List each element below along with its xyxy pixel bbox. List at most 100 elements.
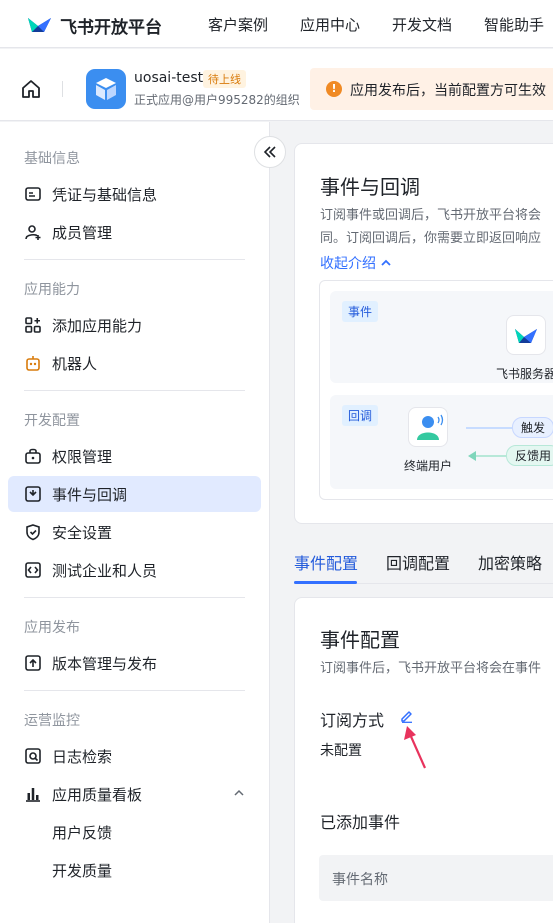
double-chevron-left-icon [263,146,276,158]
page-title: 事件与回调 [320,175,420,199]
callback-flow-box: 回调 终端用户 触发 反馈用 [330,395,553,489]
shield-icon [26,524,40,541]
config-tabs: 事件配置 回调配置 加密策略 [294,540,553,584]
sidebar-item-quality-board[interactable]: 应用质量看板 [8,776,261,812]
chevron-up-icon [381,259,392,266]
trigger-pill: 触发 [512,417,553,438]
divider [24,690,245,691]
chevron-up-icon[interactable] [233,787,245,799]
flow-diagram: 事件 飞书服务器 回调 终端用户 触发 反馈用 [319,280,553,500]
divider [24,597,245,598]
group-dev-config: 开发配置 [24,413,80,429]
end-user-label: 终端用户 [404,459,453,473]
sidebar-item-robot[interactable]: 机器人 [8,345,261,381]
sidebar-item-version[interactable]: 版本管理与发布 [8,645,261,681]
intro-desc-line-1: 订阅事件或回调后，飞书开放平台将会 [320,208,542,223]
sidebar-item-label: 用户反馈 [52,824,113,842]
collapse-intro-link[interactable]: 收起介绍 [320,253,392,273]
grid-add-icon [25,317,41,333]
divider [24,390,245,391]
group-basic-info: 基础信息 [24,151,80,167]
feedback-pill: 反馈用 [506,445,553,466]
upload-box-icon [25,655,41,671]
sidebar-item-log-search[interactable]: 日志检索 [8,738,261,774]
group-app-ability: 应用能力 [24,282,80,298]
column-header-event-name: 事件名称 [332,872,388,888]
divider [62,81,63,97]
nav-dev-docs[interactable]: 开发文档 [392,14,452,35]
callback-tag: 回调 [342,405,379,426]
sidebar-item-label: 应用质量看板 [52,786,143,804]
group-ops-monitor: 运营监控 [24,713,80,729]
feishu-logo-icon[interactable] [26,12,53,36]
end-user-icon [408,407,448,447]
sidebar-item-dev-quality[interactable]: 开发质量 [8,852,261,888]
added-events-label: 已添加事件 [320,813,401,832]
arrow-left-icon [468,451,476,461]
sidebar-item-label: 权限管理 [52,448,113,466]
sidebar-item-members[interactable]: 成员管理 [8,214,261,250]
sidebar-item-label: 开发质量 [52,862,113,880]
collapse-intro-label: 收起介绍 [320,256,376,272]
sidebar-item-label: 成员管理 [52,224,113,242]
divider [24,259,245,260]
sidebar-item-add-ability[interactable]: 添加应用能力 [8,307,261,343]
tab-encryption[interactable]: 加密策略 [478,550,542,574]
sidebar-item-label: 版本管理与发布 [52,655,158,673]
app-info-bar: uosai-test 待上线 正式应用@用户995282的组织 ! 应用发布后，… [0,49,553,121]
feishu-server-icon [506,315,546,355]
brand-title[interactable]: 飞书开放平台 [60,13,162,38]
sidebar-item-label: 日志检索 [52,748,113,766]
robot-icon [26,356,40,371]
sidebar-item-label: 机器人 [52,355,98,373]
events-table-header: 事件名称 [319,855,553,901]
subscribe-mode-value: 未配置 [320,743,362,759]
sidebar-item-label: 事件与回调 [52,486,128,504]
section-title: 事件配置 [320,628,400,652]
top-bar: 飞书开放平台 客户案例 应用中心 开发文档 智能助手 [0,0,553,48]
active-tab-indicator [294,581,357,584]
app-subtitle: 正式应用@用户995282的组织 [134,93,300,107]
section-desc: 订阅事件后，飞书开放平台将会在事件 [320,661,542,676]
warning-icon: ! [326,81,342,97]
code-box-icon [25,562,41,578]
nav-app-center[interactable]: 应用中心 [300,14,360,35]
sidebar-item-events[interactable]: 事件与回调 [8,476,261,512]
event-flow-box: 事件 飞书服务器 [330,291,553,383]
status-badge: 待上线 [203,70,246,88]
annotation-arrow-icon [404,726,427,769]
collapse-sidebar-button[interactable] [254,136,286,168]
sidebar-item-security[interactable]: 安全设置 [8,514,261,550]
nav-ai-assistant[interactable]: 智能助手 [484,14,544,35]
event-icon [25,486,41,502]
sidebar-item-label: 添加应用能力 [52,317,143,335]
intro-card: 事件与回调 订阅事件或回调后，飞书开放平台将会 同。订阅回调后，你需要立即返回响… [294,143,553,524]
subscribe-mode-label: 订阅方式 [320,711,385,730]
app-avatar [86,69,126,109]
event-config-card: 事件配置 订阅事件后，飞书开放平台将会在事件 订阅方式 未配置 已添加事件 事件… [294,597,553,923]
user-add-icon [25,225,41,240]
sidebar: 基础信息 凭证与基础信息 成员管理 应用能力 添加应用能力 机器人 开发配置 权… [0,122,270,923]
app-name: uosai-test [134,70,204,86]
sidebar-item-label: 测试企业和人员 [52,562,158,580]
event-tag: 事件 [342,301,379,322]
nav-customer-cases[interactable]: 客户案例 [208,14,268,35]
publish-notice: ! 应用发布后，当前配置方可生效 [310,68,553,110]
intro-desc-line-2: 同。订阅回调后，你需要立即返回响应 [320,231,542,246]
server-label: 飞书服务器 [496,367,553,381]
sidebar-item-credentials[interactable]: 凭证与基础信息 [8,176,261,212]
bar-chart-icon [26,788,40,802]
tab-event-config[interactable]: 事件配置 [294,550,358,574]
lock-bag-icon [25,448,41,464]
log-search-icon [25,748,41,764]
sidebar-item-user-feedback[interactable]: 用户反馈 [8,814,261,850]
id-card-icon [25,187,41,201]
sidebar-item-permissions[interactable]: 权限管理 [8,438,261,474]
sidebar-item-label: 凭证与基础信息 [52,186,158,204]
tab-callback-config[interactable]: 回调配置 [386,550,450,574]
home-icon[interactable] [20,78,42,100]
sidebar-item-test-enterprise[interactable]: 测试企业和人员 [8,552,261,588]
group-app-release: 应用发布 [24,620,80,636]
notice-text: 应用发布后，当前配置方可生效 [350,83,546,99]
app-cube-icon [96,78,116,100]
